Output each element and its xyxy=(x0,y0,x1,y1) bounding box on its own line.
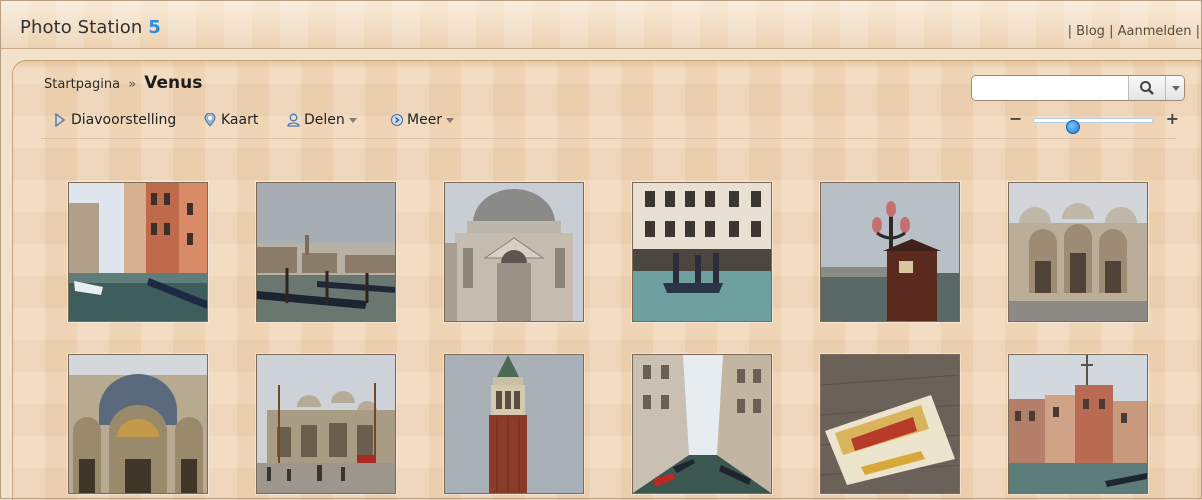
map-label: Kaart xyxy=(221,112,259,128)
photo-piazza-san-marco xyxy=(257,355,395,493)
top-links: | Blog | Aanmelden | xyxy=(1068,24,1200,39)
slideshow-button[interactable]: Diavoorstelling xyxy=(54,110,189,130)
share-text: Delen xyxy=(304,112,345,128)
photo-lamp-post-kiosk xyxy=(821,183,959,321)
app-name: Photo Station xyxy=(20,17,149,38)
app-version: 5 xyxy=(148,17,161,38)
photo-santa-maria-della-salute xyxy=(445,183,583,321)
photo-thumbnail[interactable] xyxy=(444,182,584,322)
breadcrumb-home[interactable]: Startpagina xyxy=(44,77,120,92)
photo-flooded-square xyxy=(633,183,771,321)
zoom-in-button[interactable]: + xyxy=(1166,111,1179,127)
photo-basilica-facade xyxy=(1009,183,1147,321)
photo-casino-sign xyxy=(821,355,959,493)
zoom-out-button[interactable]: − xyxy=(1009,111,1022,127)
photo-grand-canal-buildings xyxy=(1009,355,1147,493)
more-circle-icon xyxy=(391,114,403,126)
photo-narrow-canal xyxy=(633,355,771,493)
more-label: Meer xyxy=(407,110,455,130)
more-text: Meer xyxy=(407,112,443,128)
photo-canal-gondolas xyxy=(257,183,395,321)
search-input[interactable] xyxy=(972,76,1138,100)
photo-thumbnail[interactable] xyxy=(632,354,772,494)
search-options-dropdown[interactable] xyxy=(1165,76,1184,100)
photo-canal-street xyxy=(69,183,207,321)
photo-basilica-arches xyxy=(69,355,207,493)
photo-thumbnail[interactable] xyxy=(256,354,396,494)
photo-thumbnail[interactable] xyxy=(820,182,960,322)
chevron-down-icon xyxy=(348,117,357,127)
slideshow-label: Diavoorstelling xyxy=(71,112,177,128)
photo-thumbnail[interactable] xyxy=(1008,354,1148,494)
chevron-down-icon xyxy=(446,117,455,127)
breadcrumb-separator: » xyxy=(128,77,137,92)
link-separator: | xyxy=(1109,24,1114,39)
photo-thumbnail[interactable] xyxy=(256,182,396,322)
zoom-slider-handle[interactable] xyxy=(1065,120,1080,134)
zoom-slider[interactable] xyxy=(1033,118,1153,134)
link-separator: | xyxy=(1067,24,1073,39)
toolbar-divider xyxy=(41,138,1176,139)
app-title: Photo Station 5 xyxy=(20,17,161,38)
blog-link[interactable]: Blog xyxy=(1076,24,1105,39)
photo-thumbnail[interactable] xyxy=(632,182,772,322)
map-pin-icon xyxy=(204,113,216,127)
header-bar: Photo Station 5 | Blog | Aanmelden | xyxy=(0,0,1202,49)
search-icon xyxy=(1140,81,1154,95)
login-link[interactable]: Aanmelden xyxy=(1118,24,1192,39)
photo-thumbnail[interactable] xyxy=(444,354,584,494)
map-button[interactable]: Kaart xyxy=(204,110,279,130)
zoom-control: − + xyxy=(1009,111,1179,134)
photo-thumbnail[interactable] xyxy=(820,354,960,494)
search-button[interactable] xyxy=(1128,76,1165,100)
breadcrumb: Startpagina » Venus xyxy=(44,73,202,93)
share-label: Delen xyxy=(304,110,357,130)
photo-thumbnail[interactable] xyxy=(1008,182,1148,322)
photo-campanile-tower xyxy=(445,355,583,493)
link-separator: | xyxy=(1195,24,1200,39)
user-icon xyxy=(287,113,300,127)
photo-thumbnail[interactable] xyxy=(68,354,208,494)
page-title: Venus xyxy=(144,73,203,93)
share-button[interactable]: Delen xyxy=(287,110,382,130)
photo-thumbnail[interactable] xyxy=(68,182,208,322)
more-button[interactable]: Meer xyxy=(390,110,480,130)
search-box xyxy=(971,75,1185,101)
play-icon xyxy=(55,113,66,127)
